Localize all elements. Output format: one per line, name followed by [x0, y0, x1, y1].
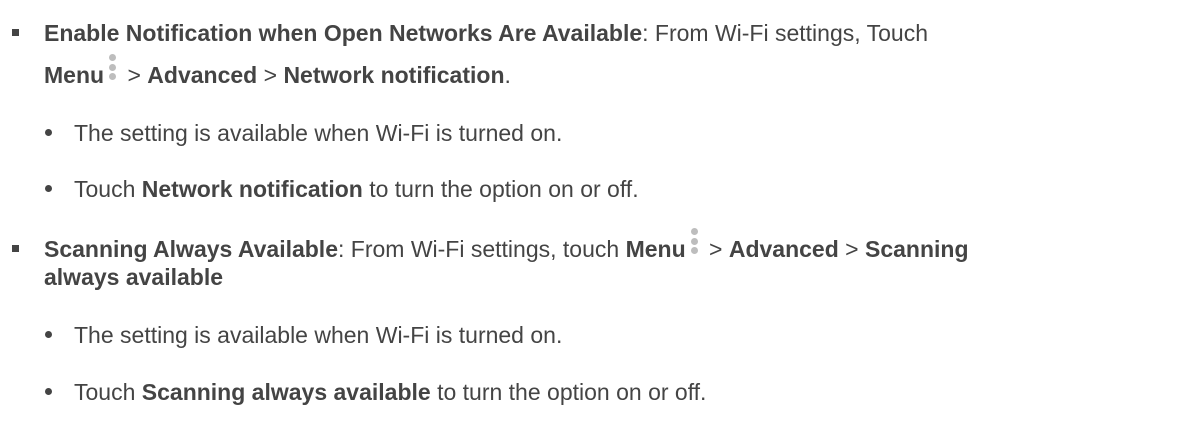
menu-step-always-available: always available	[44, 264, 224, 290]
path-separator: >	[702, 236, 729, 262]
list-item: Enable Notification when Open Networks A…	[44, 13, 928, 53]
document-page: Enable Notification when Open Networks A…	[0, 0, 1198, 435]
menu-label: Menu	[625, 236, 686, 262]
sub-item-bold: Scanning always available	[141, 379, 431, 405]
menu-step-network-notification: Network notification	[283, 62, 505, 88]
sub-list-item: Touch Scanning always available to turn …	[74, 372, 706, 412]
sub-item-suffix: to turn the option on or off.	[362, 176, 639, 202]
item-intro: : From Wi-Fi settings, touch	[338, 236, 626, 262]
menu-step-scanning: Scanning	[865, 236, 969, 262]
menu-step-advanced: Advanced	[147, 62, 258, 88]
round-bullet-icon	[45, 129, 52, 136]
sub-list-item: The setting is available when Wi-Fi is t…	[74, 315, 562, 355]
sub-item-text: The setting is available when Wi-Fi is t…	[74, 322, 563, 348]
sub-item-suffix: to turn the option on or off.	[430, 379, 707, 405]
sub-list-item: The setting is available when Wi-Fi is t…	[74, 113, 562, 153]
sub-item-prefix: Touch	[74, 176, 142, 202]
three-dot-menu-icon	[109, 54, 117, 86]
round-bullet-icon	[45, 388, 52, 395]
sentence-end: .	[504, 62, 511, 88]
square-bullet-icon	[12, 29, 19, 36]
item-heading: Enable Notification when Open Networks A…	[44, 20, 643, 46]
path-separator: >	[257, 62, 284, 88]
square-bullet-icon	[12, 245, 19, 252]
sub-list-item: Touch Network notification to turn the o…	[74, 169, 639, 209]
menu-step-advanced: Advanced	[728, 236, 839, 262]
sub-item-bold: Network notification	[141, 176, 363, 202]
path-separator: >	[838, 236, 865, 262]
round-bullet-icon	[45, 331, 52, 338]
sub-item-text: The setting is available when Wi-Fi is t…	[74, 120, 563, 146]
item-intro: : From Wi-Fi settings, Touch	[642, 20, 928, 46]
sub-item-prefix: Touch	[74, 379, 142, 405]
list-item-continuation: always available	[44, 257, 223, 297]
path-separator: >	[121, 62, 148, 88]
menu-label: Menu	[44, 62, 105, 88]
round-bullet-icon	[45, 185, 52, 192]
list-item-continuation: Menu > Advanced > Network notification.	[44, 54, 511, 95]
three-dot-menu-icon	[690, 228, 699, 260]
